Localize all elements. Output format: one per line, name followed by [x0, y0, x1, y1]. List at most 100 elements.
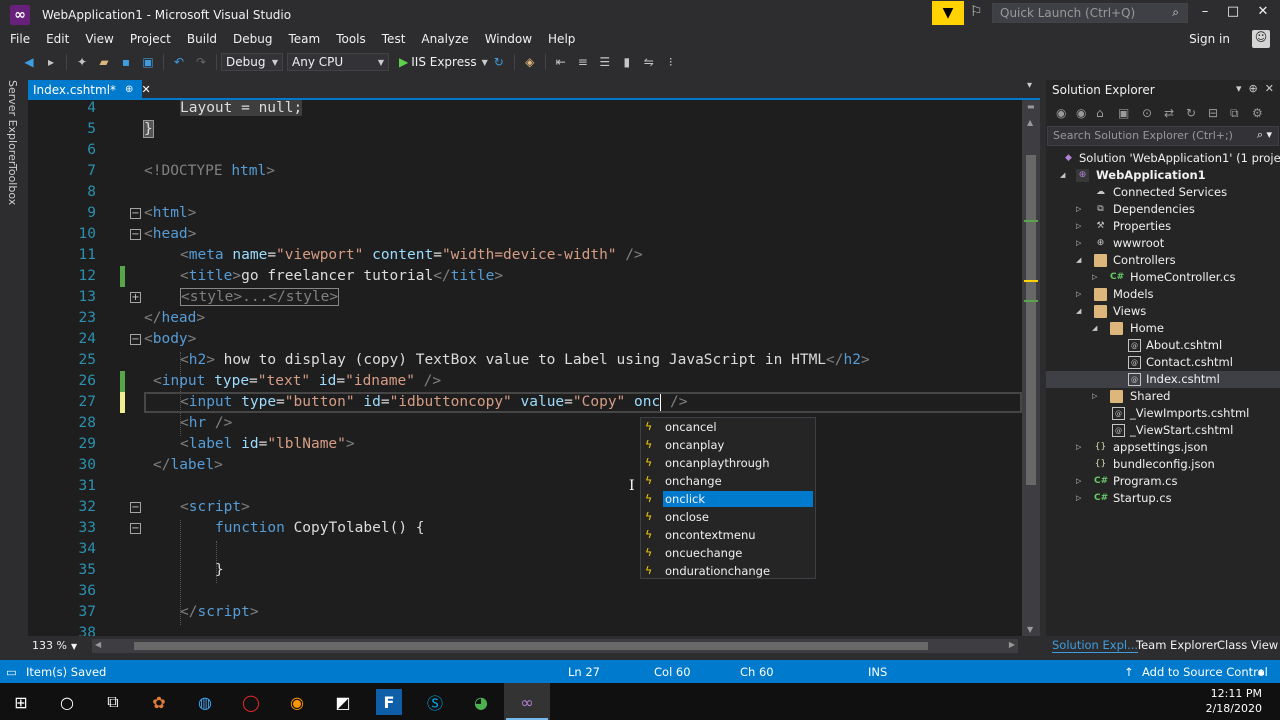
solution-search-input[interactable]: Search Solution Explorer (Ctrl+;) ⌕ ▾: [1047, 126, 1279, 146]
menu-window[interactable]: Window: [477, 32, 540, 46]
menu-file[interactable]: File: [0, 32, 38, 46]
notifications-icon[interactable]: ⚐: [970, 4, 983, 20]
refresh-icon[interactable]: ↻: [1186, 106, 1196, 120]
tab-solution-explorer[interactable]: Solution Expl...: [1052, 638, 1139, 653]
tree-node[interactable]: @ _ViewStart.cshtml: [1046, 422, 1280, 439]
completion-item[interactable]: ϟ oncanplaythrough: [641, 454, 815, 472]
switch-views-icon[interactable]: ▣: [1118, 106, 1129, 120]
tree-node-solution[interactable]: ◆ Solution 'WebApplication1' (1 project): [1046, 150, 1280, 167]
solution-configuration-dropdown[interactable]: Debug ▼: [221, 53, 283, 71]
tab-class-view[interactable]: Class View: [1217, 638, 1278, 652]
editor-horizontal-scrollbar[interactable]: ◀ ▶: [92, 639, 1018, 653]
undo-icon[interactable]: ↶: [168, 53, 190, 71]
collapse-icon[interactable]: −: [130, 334, 141, 345]
toolbar-overflow-icon[interactable]: ⁝: [660, 53, 682, 71]
bookmark-nav-icon[interactable]: ⇋: [638, 53, 660, 71]
close-tab-icon[interactable]: ✕: [141, 83, 150, 96]
collapsed-arrow-icon[interactable]: ▷: [1092, 269, 1097, 286]
account-icon[interactable]: ☺: [1252, 30, 1270, 48]
split-icon[interactable]: ▬: [1027, 102, 1035, 111]
menu-edit[interactable]: Edit: [38, 32, 77, 46]
collapsed-arrow-icon[interactable]: ▷: [1076, 473, 1081, 490]
tree-node[interactable]: @ Contact.cshtml: [1046, 354, 1280, 371]
expanded-arrow-icon[interactable]: ◢: [1092, 320, 1097, 337]
edge-browser-icon[interactable]: ◍: [192, 689, 218, 715]
collapsed-arrow-icon[interactable]: ▷: [1076, 286, 1081, 303]
tree-node-selected[interactable]: @ Index.cshtml: [1046, 371, 1280, 388]
tree-node[interactable]: ▷{} appsettings.json: [1046, 439, 1280, 456]
browser-link-icon[interactable]: ◈: [519, 53, 541, 71]
server-explorer-tab[interactable]: Server Explorer: [6, 80, 19, 165]
tree-node[interactable]: ◢ Home: [1046, 320, 1280, 337]
expanded-arrow-icon[interactable]: ◢: [1076, 252, 1081, 269]
collapse-icon[interactable]: −: [130, 523, 141, 534]
scroll-right-icon[interactable]: ▶: [1009, 640, 1015, 649]
collapse-all-icon[interactable]: ⊟: [1208, 106, 1218, 120]
tab-overflow-icon[interactable]: ▾: [1027, 80, 1032, 91]
f-app-icon[interactable]: F: [376, 689, 402, 715]
completion-item[interactable]: ϟ oncontextmenu: [641, 526, 815, 544]
editor-vertical-scrollbar[interactable]: ▬ ▲ ▼: [1022, 100, 1040, 636]
collapsed-arrow-icon[interactable]: ▷: [1076, 235, 1081, 252]
history-icon[interactable]: ⊙: [1142, 106, 1152, 120]
menu-debug[interactable]: Debug: [225, 32, 280, 46]
scroll-down-icon[interactable]: ▼: [1027, 625, 1033, 634]
collapsed-arrow-icon[interactable]: ▷: [1076, 439, 1081, 456]
cortana-search-icon[interactable]: ○: [54, 689, 80, 715]
back-icon[interactable]: ◀: [18, 53, 40, 71]
firefox-browser-icon[interactable]: ◉: [284, 689, 310, 715]
sign-in-link[interactable]: Sign in: [1189, 32, 1230, 46]
tree-node[interactable]: ▷ C# Program.cs: [1046, 473, 1280, 490]
completion-item[interactable]: ϟ onclose: [641, 508, 815, 526]
menu-team[interactable]: Team: [280, 32, 328, 46]
code-editor[interactable]: 4 Layout = null; 5} 6 7 <!DOCTYPE html> 8 …: [28, 100, 1022, 636]
back-icon[interactable]: ◉: [1056, 106, 1066, 120]
redo-icon[interactable]: ↷: [190, 53, 212, 71]
bookmark-icon[interactable]: ▮: [616, 53, 638, 71]
tree-node[interactable]: @ _ViewImports.cshtml: [1046, 405, 1280, 422]
collapsed-arrow-icon[interactable]: ▷: [1076, 490, 1081, 507]
system-clock[interactable]: 12:11 PM 2/18/2020: [1206, 686, 1262, 716]
expand-icon[interactable]: +: [130, 292, 141, 303]
comment-icon[interactable]: ☰: [594, 53, 616, 71]
minimize-button[interactable]: –: [1190, 4, 1220, 19]
zoom-dropdown[interactable]: 133 % ▼: [32, 639, 78, 653]
menu-tools[interactable]: Tools: [328, 32, 374, 46]
save-icon[interactable]: ▪: [115, 53, 137, 71]
scroll-thumb[interactable]: [134, 642, 928, 650]
tree-node[interactable]: ▷ ⊕ wwwroot: [1046, 235, 1280, 252]
scroll-thumb[interactable]: [1026, 155, 1036, 485]
windows-start-icon[interactable]: ⊞: [8, 689, 34, 715]
forward-icon[interactable]: ▸: [40, 53, 62, 71]
expanded-arrow-icon[interactable]: ◢: [1076, 303, 1081, 320]
completion-item[interactable]: ϟ ondurationchange: [641, 562, 815, 580]
scroll-up-icon[interactable]: ▲: [1027, 118, 1033, 127]
collapsed-arrow-icon[interactable]: ▷: [1076, 201, 1081, 218]
outline-icon[interactable]: ≡: [572, 53, 594, 71]
tree-node[interactable]: ◢ Views: [1046, 303, 1280, 320]
scroll-left-icon[interactable]: ◀: [95, 640, 101, 649]
new-project-icon[interactable]: ✦: [71, 53, 93, 71]
refresh-icon[interactable]: ↻: [488, 53, 510, 71]
tree-node[interactable]: ◢ Controllers: [1046, 252, 1280, 269]
tree-node[interactable]: {} bundleconfig.json: [1046, 456, 1280, 473]
solution-platform-dropdown[interactable]: Any CPU ▼: [287, 53, 389, 71]
show-all-files-icon[interactable]: ⧉: [1230, 106, 1239, 121]
completion-item[interactable]: ϟ oncuechange: [641, 544, 815, 562]
quick-launch-input[interactable]: Quick Launch (Ctrl+Q) ⌕: [992, 3, 1188, 23]
tree-node[interactable]: @ About.cshtml: [1046, 337, 1280, 354]
tree-node[interactable]: ▷ C# HomeController.cs: [1046, 269, 1280, 286]
collapsed-region[interactable]: <style>...</style>: [180, 288, 340, 306]
step-icon[interactable]: ⇤: [550, 53, 572, 71]
tree-node[interactable]: ☁ Connected Services: [1046, 184, 1280, 201]
chrome-browser-icon[interactable]: ◕: [468, 689, 494, 715]
home-icon[interactable]: ⌂: [1096, 106, 1104, 120]
start-debugging-button[interactable]: ▶ IIS Express ▼: [399, 55, 488, 69]
opera-browser-icon[interactable]: ◯: [238, 689, 264, 715]
tab-team-explorer[interactable]: Team Explorer: [1136, 638, 1218, 652]
collapse-icon[interactable]: −: [130, 229, 141, 240]
completion-item[interactable]: ϟ oncanplay: [641, 436, 815, 454]
expanded-arrow-icon[interactable]: ◢: [1060, 167, 1065, 184]
close-window-button[interactable]: ✕: [1248, 4, 1278, 19]
completion-item[interactable]: ϟ oncancel: [641, 418, 815, 436]
